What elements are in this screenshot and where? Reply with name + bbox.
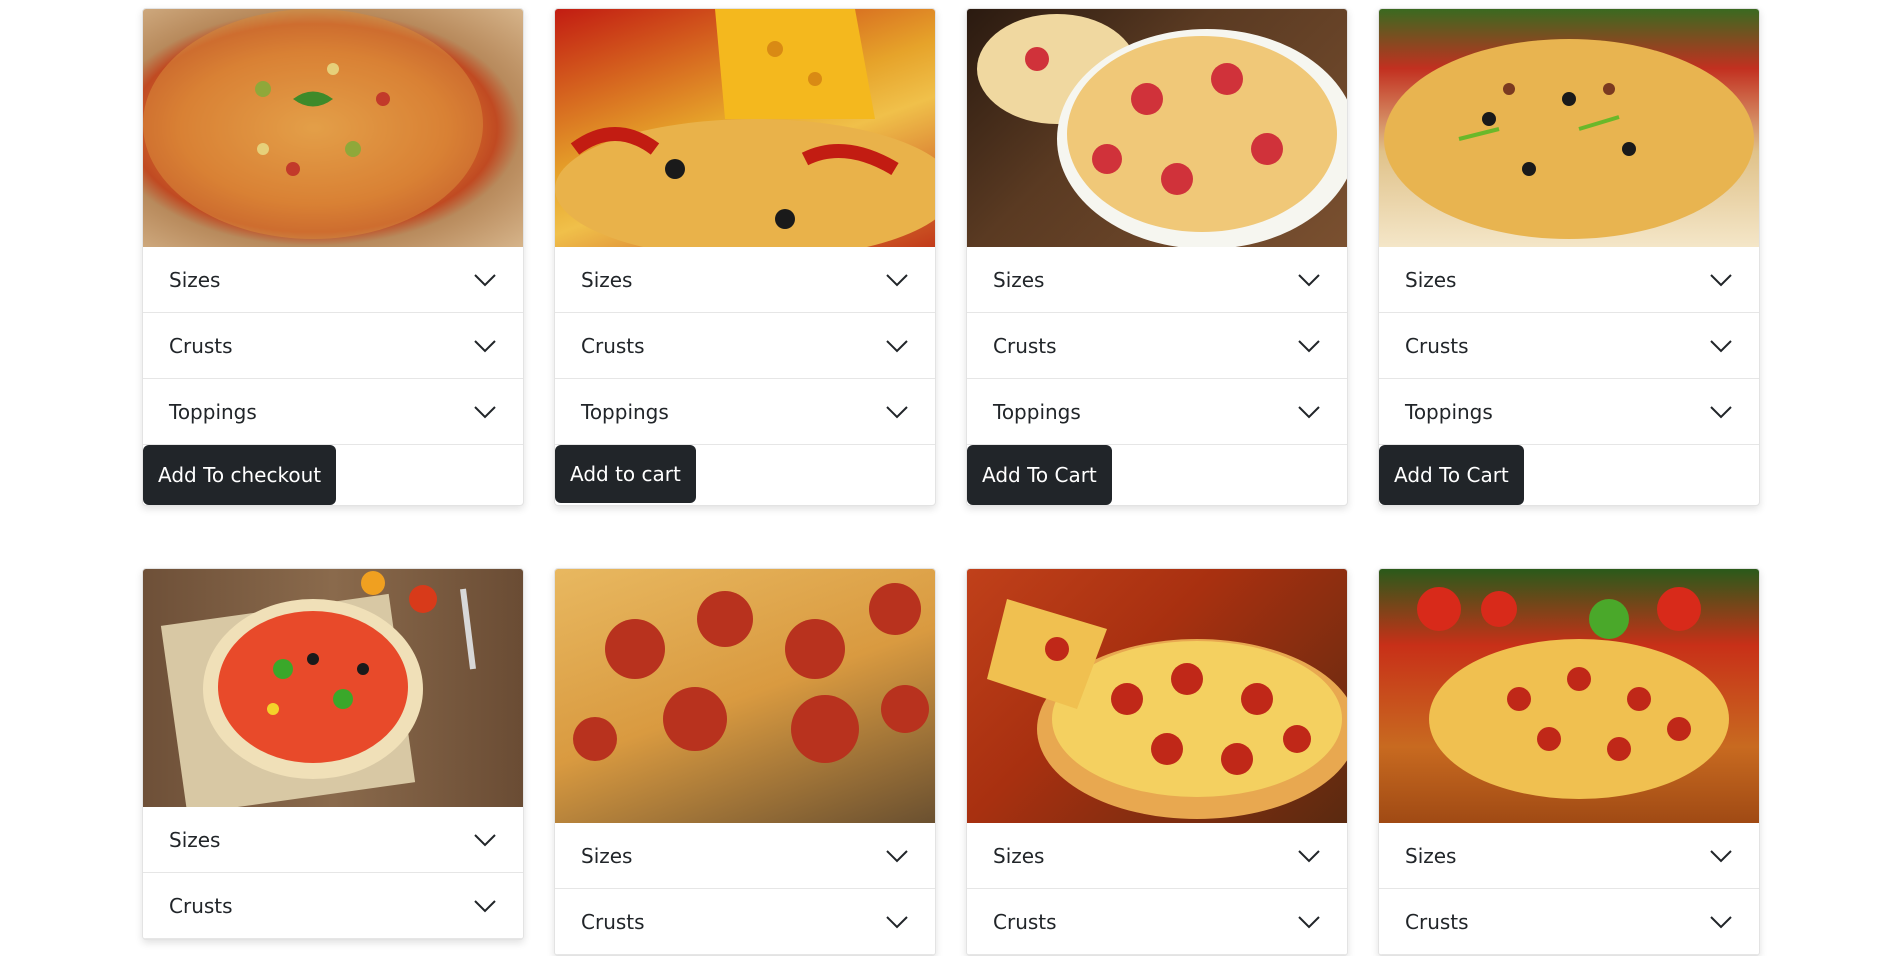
- sizes-label: Sizes: [1405, 843, 1457, 868]
- toppings-label: Toppings: [581, 399, 669, 424]
- toppings-accordion[interactable]: Toppings: [143, 379, 523, 445]
- sizes-label: Sizes: [169, 267, 221, 292]
- pizza-image: [1379, 9, 1759, 247]
- card-footer: Add To Cart: [967, 445, 1347, 505]
- pizza-photo: [1384, 39, 1754, 239]
- pizza-photo: [1417, 587, 1729, 799]
- chevron-down-icon: [1298, 273, 1320, 286]
- pizza-image: [143, 9, 523, 247]
- sizes-accordion[interactable]: Sizes: [967, 247, 1347, 313]
- crusts-label: Crusts: [1405, 333, 1469, 358]
- crusts-accordion[interactable]: Crusts: [1379, 889, 1759, 955]
- product-card: Sizes Crusts: [142, 568, 524, 940]
- product-card: Sizes Crusts: [1378, 568, 1760, 956]
- sizes-label: Sizes: [1405, 267, 1457, 292]
- pizza-image: [967, 569, 1347, 823]
- product-card: Sizes Crusts: [966, 568, 1348, 956]
- crusts-label: Crusts: [1405, 909, 1469, 934]
- crusts-accordion[interactable]: Crusts: [1379, 313, 1759, 379]
- pizza-image: [555, 569, 935, 823]
- chevron-down-icon: [1710, 915, 1732, 928]
- crusts-label: Crusts: [993, 909, 1057, 934]
- chevron-down-icon: [886, 273, 908, 286]
- card-footer: Add To checkout: [143, 445, 523, 505]
- card-footer: Add to cart: [555, 445, 935, 505]
- chevron-down-icon: [474, 833, 496, 846]
- crusts-label: Crusts: [169, 893, 233, 918]
- crusts-label: Crusts: [169, 333, 233, 358]
- sizes-label: Sizes: [581, 843, 633, 868]
- chevron-down-icon: [886, 339, 908, 352]
- chevron-down-icon: [474, 899, 496, 912]
- toppings-accordion[interactable]: Toppings: [555, 379, 935, 445]
- chevron-down-icon: [1298, 915, 1320, 928]
- add-to-cart-button[interactable]: Add To Cart: [1379, 445, 1524, 505]
- crusts-accordion[interactable]: Crusts: [555, 313, 935, 379]
- product-card: Sizes Crusts Toppings Add To Cart: [1378, 8, 1760, 506]
- chevron-down-icon: [1710, 339, 1732, 352]
- chevron-down-icon: [474, 273, 496, 286]
- pizza-image: [967, 9, 1347, 247]
- crusts-accordion[interactable]: Crusts: [143, 873, 523, 939]
- chevron-down-icon: [474, 405, 496, 418]
- sizes-accordion[interactable]: Sizes: [143, 807, 523, 873]
- chevron-down-icon: [1298, 405, 1320, 418]
- pizza-photo: [573, 583, 929, 763]
- chevron-down-icon: [886, 849, 908, 862]
- pizza-photo: [160, 571, 476, 807]
- sizes-label: Sizes: [993, 843, 1045, 868]
- toppings-accordion[interactable]: Toppings: [967, 379, 1347, 445]
- crusts-accordion[interactable]: Crusts: [967, 313, 1347, 379]
- crusts-accordion[interactable]: Crusts: [143, 313, 523, 379]
- pizza-image: [1379, 569, 1759, 823]
- chevron-down-icon: [1710, 405, 1732, 418]
- toppings-accordion[interactable]: Toppings: [1379, 379, 1759, 445]
- product-card: Sizes Crusts: [554, 568, 936, 956]
- sizes-label: Sizes: [581, 267, 633, 292]
- pizza-image: [143, 569, 523, 807]
- chevron-down-icon: [886, 405, 908, 418]
- chevron-down-icon: [886, 915, 908, 928]
- card-footer: Add To Cart: [1379, 445, 1759, 505]
- sizes-label: Sizes: [993, 267, 1045, 292]
- chevron-down-icon: [1710, 273, 1732, 286]
- sizes-accordion[interactable]: Sizes: [1379, 823, 1759, 889]
- crusts-label: Crusts: [581, 909, 645, 934]
- add-to-cart-button[interactable]: Add to cart: [555, 445, 696, 503]
- sizes-accordion[interactable]: Sizes: [1379, 247, 1759, 313]
- toppings-label: Toppings: [993, 399, 1081, 424]
- crusts-label: Crusts: [993, 333, 1057, 358]
- pizza-image: [555, 9, 935, 247]
- sizes-accordion[interactable]: Sizes: [555, 247, 935, 313]
- chevron-down-icon: [474, 339, 496, 352]
- chevron-down-icon: [1298, 339, 1320, 352]
- pizza-photo: [977, 14, 1347, 247]
- sizes-accordion[interactable]: Sizes: [143, 247, 523, 313]
- add-to-checkout-button[interactable]: Add To checkout: [143, 445, 337, 505]
- crusts-label: Crusts: [581, 333, 645, 358]
- add-to-cart-button[interactable]: Add To Cart: [967, 445, 1112, 505]
- chevron-down-icon: [1710, 849, 1732, 862]
- crusts-accordion[interactable]: Crusts: [967, 889, 1347, 955]
- product-card: Sizes Crusts Toppings Add To checkout: [142, 8, 524, 506]
- pizza-photo: [555, 9, 935, 247]
- pizza-photo: [143, 9, 483, 239]
- product-card: Sizes Crusts Toppings Add To Cart: [966, 8, 1348, 506]
- crusts-accordion[interactable]: Crusts: [555, 889, 935, 955]
- sizes-accordion[interactable]: Sizes: [967, 823, 1347, 889]
- sizes-label: Sizes: [169, 827, 221, 852]
- product-card: Sizes Crusts Toppings Add to cart: [554, 8, 936, 506]
- pizza-photo: [987, 599, 1347, 819]
- sizes-accordion[interactable]: Sizes: [555, 823, 935, 889]
- chevron-down-icon: [1298, 849, 1320, 862]
- toppings-label: Toppings: [169, 399, 257, 424]
- toppings-label: Toppings: [1405, 399, 1493, 424]
